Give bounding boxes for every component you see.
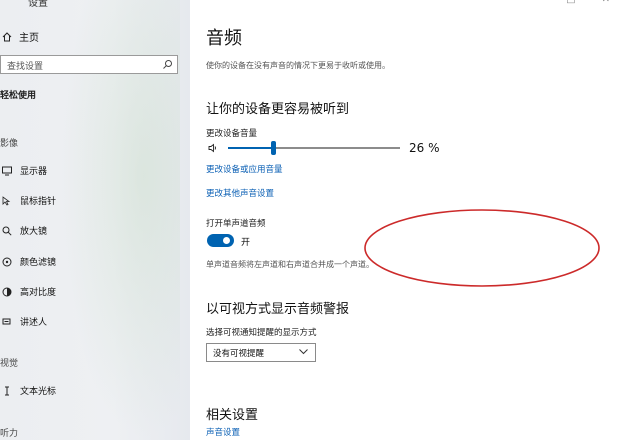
link-app-volume[interactable]: 更改设备或应用音量	[206, 163, 283, 175]
toggle-knob	[223, 237, 230, 244]
volume-slider-thumb[interactable]	[270, 141, 276, 155]
sidebar-item-label: 放大镜	[20, 227, 48, 237]
minimize-icon[interactable]: —	[530, 0, 540, 5]
visual-alert-dropdown[interactable]: 没有可视提醒	[206, 343, 316, 362]
volume-label: 更改设备音量	[206, 129, 258, 139]
text-cursor-icon	[5, 386, 9, 395]
link-sound-settings[interactable]: 声音设置	[206, 426, 240, 438]
section-hearing: 视觉	[0, 359, 19, 369]
sidebar: 设置 主页 查找设置 轻松使用 影像 显示器 鼠标指针 放大镜 颜色滤镜 高对比…	[0, 0, 190, 440]
speaker-icon	[208, 143, 216, 153]
sidebar-item-high-contrast[interactable]: 高对比度	[2, 285, 56, 298]
sidebar-item-display[interactable]: 显示器	[2, 164, 47, 177]
annotation-ellipse	[364, 209, 600, 287]
close-icon[interactable]: ✕	[602, 0, 610, 5]
sidebar-item-label: 鼠标指针	[20, 197, 57, 207]
volume-slider-fill	[228, 147, 273, 149]
section-heading-hear: 让你的设备更容易被听到	[206, 102, 350, 117]
section-vision: 影像	[0, 139, 19, 149]
monitor-icon	[2, 166, 12, 175]
contrast-icon	[2, 287, 12, 296]
search-input[interactable]: 查找设置	[0, 55, 178, 74]
sidebar-item-magnifier[interactable]: 放大镜	[2, 224, 47, 237]
chevron-down-icon	[299, 349, 308, 355]
sidebar-item-text-cursor[interactable]: 文本光标	[2, 384, 56, 397]
mono-audio-label: 打开单声道音频	[206, 219, 266, 229]
mono-audio-toggle[interactable]	[207, 234, 234, 247]
search-icon	[163, 60, 172, 69]
window-title: 设置	[28, 0, 48, 9]
sidebar-item-label: 讲述人	[20, 318, 48, 328]
sidebar-item-narrator[interactable]: 讲述人	[2, 315, 47, 328]
sidebar-item-label: 文本光标	[20, 387, 57, 397]
link-other-sound-settings[interactable]: 更改其他声音设置	[206, 187, 274, 199]
narrator-icon	[2, 318, 11, 324]
sidebar-item-label: 高对比度	[20, 288, 57, 298]
home-label: 主页	[19, 33, 39, 44]
page-subtitle: 使你的设备在没有声音的情况下更易于收听或使用。	[206, 61, 390, 70]
color-filter-icon	[2, 257, 12, 266]
maximize-icon[interactable]: □	[566, 0, 575, 5]
window-controls: — □ ✕	[530, 0, 610, 5]
volume-slider[interactable]	[228, 141, 400, 155]
visual-alert-value: 没有可视提醒	[213, 349, 265, 359]
page-title: 音频	[206, 28, 242, 49]
section-audio: 听力	[0, 429, 19, 439]
magnifier-icon	[2, 226, 12, 236]
main-content: — □ ✕ 音频 使你的设备在没有声音的情况下更易于收听或使用。 让你的设备更容…	[190, 0, 620, 440]
sidebar-item-home[interactable]: 主页	[2, 29, 39, 44]
home-icon	[2, 31, 12, 41]
mono-audio-description: 单声道音频将左声道和右声道合并成一个声道。	[206, 260, 374, 269]
sidebar-item-mouse-pointer[interactable]: 鼠标指针	[2, 194, 56, 207]
volume-value: 26 %	[409, 141, 440, 155]
section-heading-related: 相关设置	[206, 408, 259, 423]
sidebar-item-label: 显示器	[20, 167, 48, 177]
section-heading-visual: 以可视方式显示音频警报	[206, 302, 350, 317]
sidebar-item-label: 颜色滤镜	[20, 258, 57, 268]
category-ease-of-access: 轻松使用	[0, 91, 37, 101]
mono-audio-state: 开	[241, 238, 251, 248]
search-placeholder: 查找设置	[7, 62, 44, 72]
sidebar-item-color-filters[interactable]: 颜色滤镜	[2, 255, 56, 268]
visual-alert-label: 选择可视通知提醒的显示方式	[206, 328, 317, 338]
pointer-icon	[2, 195, 11, 206]
